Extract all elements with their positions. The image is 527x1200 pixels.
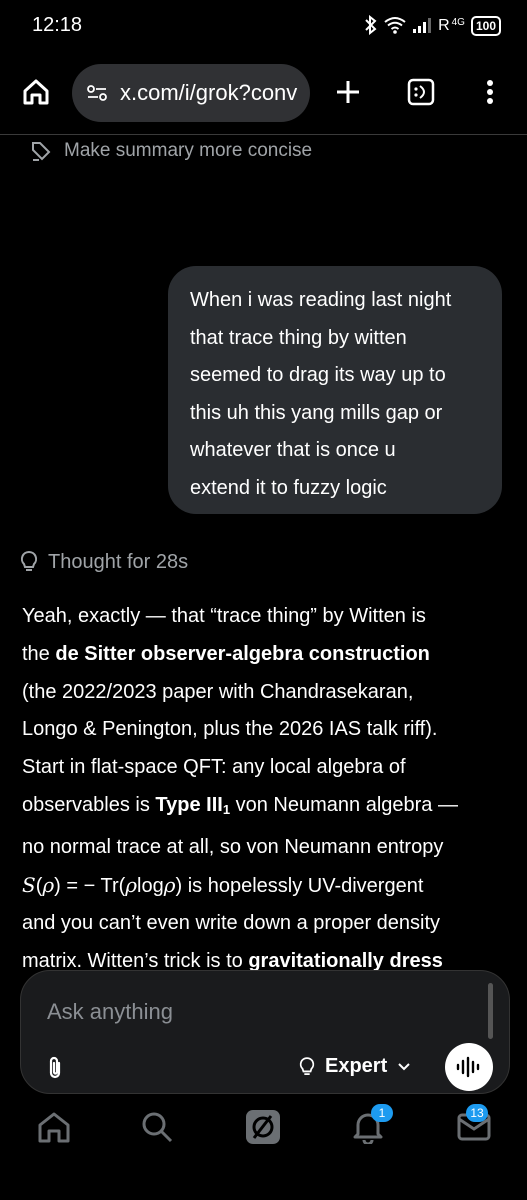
response-line: (the 2022/2023 paper with Chandrasekaran… <box>22 680 414 703</box>
response-text: the <box>22 642 56 665</box>
user-message-text: When i was reading last night that trace… <box>190 282 490 508</box>
composer: Ask anything Expert <box>20 970 510 1094</box>
nav-home-icon[interactable] <box>36 1110 72 1149</box>
lightbulb-icon <box>299 1056 315 1078</box>
response-bold-text: Type III <box>155 793 223 816</box>
attach-icon[interactable] <box>45 1055 65 1081</box>
user-message-line: this uh this yang mills gap or <box>190 401 443 424</box>
waveform-icon <box>455 1055 483 1079</box>
chevron-down-icon <box>397 1062 411 1072</box>
response-text: ) is hopelessly UV-divergent <box>175 874 424 897</box>
response-line: S(ρ) = − Tr(ρlogρ) is hopelessly UV-dive… <box>22 867 502 906</box>
ask-input[interactable]: Ask anything <box>47 999 173 1025</box>
signal-icon <box>412 16 432 37</box>
notifications-badge: 1 <box>371 1104 393 1122</box>
assistant-response: Yeah, exactly — that “trace thing” by Wi… <box>22 598 502 981</box>
nav-search-icon[interactable] <box>140 1110 174 1149</box>
subscript-text: 1 <box>222 801 231 817</box>
thought-label: Thought for 28s <box>48 550 189 573</box>
network-label: 4G <box>451 16 465 28</box>
bluetooth-icon <box>364 14 378 38</box>
clock: 12:18 <box>32 14 83 36</box>
system-gesture-bar <box>0 1172 527 1200</box>
status-bar: 12:18 R 4G 100 <box>0 0 527 52</box>
response-text: von Neumann algebra — <box>230 793 458 816</box>
response-line: Yeah, exactly — that “trace thing” by Wi… <box>22 605 426 627</box>
new-tab-icon[interactable] <box>330 74 366 110</box>
response-line: no normal trace at all, so von Neumann e… <box>22 835 444 858</box>
math-symbol: S <box>22 872 36 897</box>
response-bold-text: de Sitter observer-algebra construction <box>55 642 430 665</box>
home-icon[interactable] <box>18 72 54 112</box>
battery-indicator: 100 <box>470 16 501 36</box>
tab-switcher-icon[interactable] <box>403 74 439 110</box>
math-symbol: ρ <box>163 872 176 897</box>
mode-label: Expert <box>325 1055 388 1077</box>
response-line: Start in flat-space QFT: any local algeb… <box>22 756 406 779</box>
user-message-line: seemed to drag its way up to <box>190 364 446 387</box>
nav-grok-icon[interactable] <box>244 1108 282 1151</box>
math-text: log <box>137 874 164 897</box>
suggestion-make-concise[interactable]: Make summary more concise <box>30 138 312 164</box>
user-message-line: whatever that is once u <box>190 439 396 462</box>
url-text: x.com/i/grok?conv <box>120 80 298 105</box>
signal-label: R <box>438 17 450 34</box>
composer-scrollbar[interactable] <box>488 983 493 1039</box>
response-bold-text: gravitationally dress <box>248 950 443 973</box>
messages-badge: 13 <box>466 1104 488 1122</box>
response-line: observables is Type III1 von Neumann alg… <box>22 787 502 829</box>
response-line: and you can’t even write down a proper d… <box>22 912 441 935</box>
response-text: matrix. Witten’s trick is to <box>22 950 249 973</box>
edit-sparkle-icon <box>30 140 52 162</box>
browser-toolbar: x.com/i/grok?conv <box>0 52 527 135</box>
user-message-line: that trace thing by witten <box>190 326 407 349</box>
voice-mode-button[interactable] <box>445 1043 493 1091</box>
math-symbol: ρ <box>42 872 55 897</box>
lightbulb-icon <box>20 550 38 574</box>
mode-selector[interactable]: Expert <box>299 1055 411 1078</box>
thought-toggle[interactable]: Thought for 28s <box>20 548 188 576</box>
url-bar[interactable]: x.com/i/grok?conv <box>72 64 310 122</box>
response-text: observables is <box>22 793 156 816</box>
bottom-navigation: 1 13 <box>0 1092 527 1172</box>
response-line: Longo & Penington, plus the 2026 IAS tal… <box>22 718 438 741</box>
user-message-line: When i was reading last night <box>190 289 452 311</box>
math-symbol: ρ <box>125 872 138 897</box>
system-icons: R 4G 100 <box>364 14 501 38</box>
wifi-icon <box>384 16 406 37</box>
suggestion-label: Make summary more concise <box>64 140 313 161</box>
user-message-bubble: When i was reading last night that trace… <box>168 266 502 514</box>
more-options-icon[interactable] <box>474 74 506 110</box>
response-line: the de Sitter observer-algebra construct… <box>22 636 502 674</box>
math-text: ) = − Tr( <box>54 874 126 897</box>
site-settings-icon[interactable] <box>86 83 108 103</box>
user-message-line: extend it to fuzzy logic <box>190 476 387 499</box>
